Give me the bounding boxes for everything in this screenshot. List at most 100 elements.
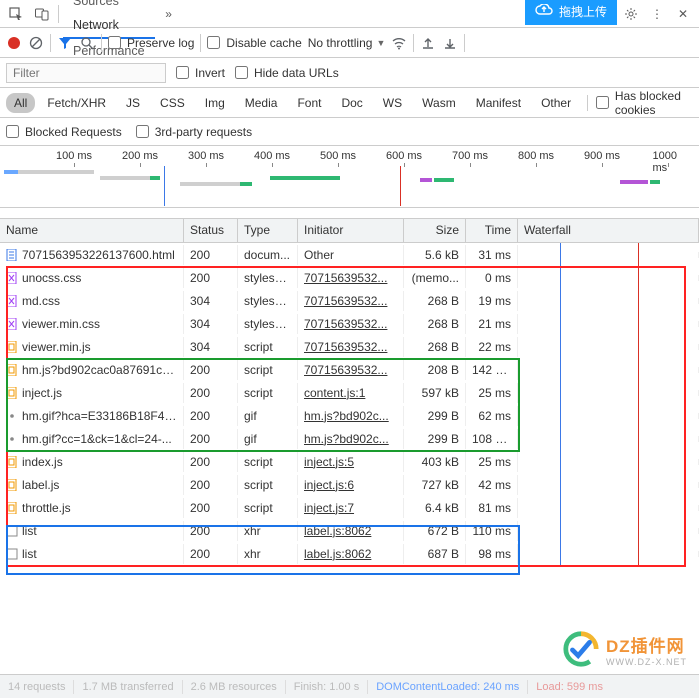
request-initiator[interactable]: hm.js?bd902c...	[298, 406, 404, 426]
table-row[interactable]: list200xhrlabel.js:8062672 B110 ms	[0, 519, 699, 542]
table-row[interactable]: unocss.css200stylesh...70715639532...(me…	[0, 266, 699, 289]
request-initiator[interactable]: label.js:8062	[298, 544, 404, 564]
type-doc[interactable]: Doc	[333, 93, 370, 113]
type-media[interactable]: Media	[237, 93, 286, 113]
close-icon[interactable]: ✕	[671, 2, 695, 26]
type-js[interactable]: JS	[118, 93, 148, 113]
request-initiator[interactable]: hm.js?bd902c...	[298, 429, 404, 449]
request-initiator[interactable]: label.js:8062	[298, 521, 404, 541]
device-icon[interactable]	[30, 2, 54, 26]
footer-requests: 14 requests	[8, 681, 65, 693]
request-initiator[interactable]: inject.js:7	[298, 498, 404, 518]
type-ws[interactable]: WS	[375, 93, 410, 113]
table-row[interactable]: viewer.min.css304stylesh...70715639532..…	[0, 312, 699, 335]
table-row[interactable]: inject.js200scriptcontent.js:1597 kB25 m…	[0, 381, 699, 404]
file-icon	[6, 502, 18, 514]
request-size: 672 B	[404, 521, 466, 541]
wifi-icon[interactable]	[391, 35, 407, 51]
tab-sources[interactable]: Sources	[63, 0, 155, 13]
request-initiator[interactable]: 70715639532...	[298, 291, 404, 311]
type-css[interactable]: CSS	[152, 93, 193, 113]
table-row[interactable]: md.css304stylesh...70715639532...268 B19…	[0, 289, 699, 312]
watermark-sub: WWW.DZ-X.NET	[606, 657, 687, 667]
tick: 800 ms	[518, 150, 554, 162]
type-wasm[interactable]: Wasm	[414, 93, 464, 113]
load-line	[400, 166, 401, 206]
request-initiator[interactable]: inject.js:6	[298, 475, 404, 495]
col-type[interactable]: Type	[238, 219, 298, 242]
type-other[interactable]: Other	[533, 93, 579, 113]
watermark-logo-icon	[562, 630, 600, 668]
table-row[interactable]: label.js200scriptinject.js:6727 kB42 ms	[0, 473, 699, 496]
file-icon	[6, 525, 18, 537]
kebab-icon[interactable]: ⋮	[645, 2, 669, 26]
request-initiator[interactable]: 70715639532...	[298, 268, 404, 288]
type-img[interactable]: Img	[197, 93, 233, 113]
hide-data-urls-checkbox[interactable]: Hide data URLs	[235, 66, 339, 80]
table-row[interactable]: index.js200scriptinject.js:5403 kB25 ms	[0, 450, 699, 473]
settings-icon[interactable]	[619, 2, 643, 26]
table-row[interactable]: hm.js?bd902cac0a87691cc...200script70715…	[0, 358, 699, 381]
timeline-overview[interactable]: 100 ms200 ms300 ms400 ms500 ms600 ms700 …	[0, 146, 699, 208]
type-fetch-xhr[interactable]: Fetch/XHR	[39, 93, 114, 113]
download-icon[interactable]	[442, 35, 458, 51]
inspect-icon[interactable]	[4, 2, 28, 26]
type-all[interactable]: All	[6, 93, 35, 113]
upload-button[interactable]: 拖拽上传	[525, 0, 617, 25]
request-status: 200	[184, 383, 238, 403]
filter-icon[interactable]	[57, 35, 73, 51]
request-type: script	[238, 475, 298, 495]
col-status[interactable]: Status	[184, 219, 238, 242]
filter-input[interactable]	[6, 63, 166, 83]
watermark: DZ插件网 WWW.DZ-X.NET	[562, 630, 687, 668]
table-row[interactable]: viewer.min.js304script70715639532...268 …	[0, 335, 699, 358]
clear-icon[interactable]	[28, 35, 44, 51]
request-initiator[interactable]: 70715639532...	[298, 337, 404, 357]
third-party-checkbox[interactable]: 3rd-party requests	[136, 125, 252, 139]
request-size: 299 B	[404, 429, 466, 449]
col-waterfall[interactable]: Waterfall	[518, 219, 699, 242]
type-manifest[interactable]: Manifest	[468, 93, 529, 113]
request-initiator[interactable]: content.js:1	[298, 383, 404, 403]
dom-marker	[560, 243, 561, 565]
disable-cache-checkbox[interactable]: Disable cache	[207, 36, 301, 50]
request-time: 98 ms	[466, 544, 518, 564]
request-initiator[interactable]: 70715639532...	[298, 360, 404, 380]
request-name: list	[22, 547, 37, 561]
preserve-log-label: Preserve log	[127, 36, 194, 50]
record-button[interactable]	[6, 35, 22, 51]
blocked-requests-checkbox[interactable]: Blocked Requests	[6, 125, 122, 139]
search-icon[interactable]	[79, 35, 95, 51]
request-time: 19 ms	[466, 291, 518, 311]
table-row[interactable]: hm.gif?cc=1&ck=1&cl=24-...200gifhm.js?bd…	[0, 427, 699, 450]
upload-icon[interactable]	[420, 35, 436, 51]
file-icon	[6, 387, 18, 399]
invert-checkbox[interactable]: Invert	[176, 66, 225, 80]
hide-data-label: Hide data URLs	[254, 66, 339, 80]
request-status: 304	[184, 291, 238, 311]
has-blocked-cookies-checkbox[interactable]: Has blocked cookies	[596, 89, 693, 117]
request-initiator[interactable]: 70715639532...	[298, 314, 404, 334]
watermark-title: DZ插件网	[606, 632, 687, 657]
throttle-select[interactable]: No throttling ▼	[308, 36, 386, 50]
table-row[interactable]: throttle.js200scriptinject.js:76.4 kB81 …	[0, 496, 699, 519]
type-font[interactable]: Font	[289, 93, 329, 113]
request-status: 200	[184, 268, 238, 288]
request-time: 25 ms	[466, 452, 518, 472]
col-time[interactable]: Time	[466, 219, 518, 242]
request-type: script	[238, 383, 298, 403]
table-row[interactable]: list200xhrlabel.js:8062687 B98 ms	[0, 542, 699, 565]
table-row[interactable]: 7071563953226137600.html200docum...Other…	[0, 243, 699, 266]
table-row[interactable]: hm.gif?hca=E33186B18F4A...200gifhm.js?bd…	[0, 404, 699, 427]
footer-resources: 2.6 MB resources	[191, 681, 277, 693]
request-initiator[interactable]: Other	[298, 245, 404, 265]
request-name: label.js	[22, 478, 59, 492]
request-initiator[interactable]: inject.js:5	[298, 452, 404, 472]
col-initiator[interactable]: Initiator	[298, 219, 404, 242]
col-size[interactable]: Size	[404, 219, 466, 242]
tabs-more-icon[interactable]: »	[157, 2, 181, 26]
col-name[interactable]: Name	[0, 219, 184, 242]
request-time: 108 ms	[466, 429, 518, 449]
preserve-log-checkbox[interactable]: Preserve log	[108, 36, 194, 50]
cloud-icon	[535, 4, 553, 19]
